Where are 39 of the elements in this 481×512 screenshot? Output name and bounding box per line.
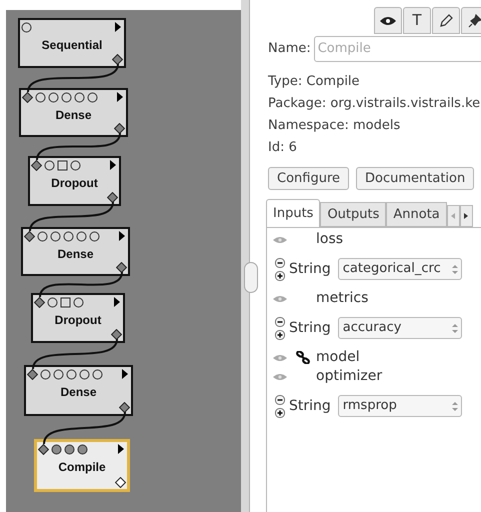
- info-text: Id: 6: [268, 139, 298, 157]
- module-label: Sequential: [40, 37, 104, 54]
- module-label: Dense: [59, 384, 98, 401]
- type-label: String: [289, 318, 331, 338]
- combo-value: accuracy: [342, 319, 402, 338]
- info-text: Namespace: models: [268, 117, 402, 135]
- combo-value: rmsprop: [342, 397, 397, 416]
- action-button[interactable]: Documentation: [356, 167, 474, 190]
- module-node[interactable]: Dense: [21, 227, 130, 276]
- module-node[interactable]: Dense: [24, 365, 133, 416]
- module-node[interactable]: Compile: [34, 439, 130, 492]
- module-node[interactable]: Dropout: [28, 156, 121, 206]
- name-field[interactable]: Compile: [314, 36, 481, 62]
- module-label: Dropout: [50, 175, 99, 192]
- value-combo-box[interactable]: rmsprop: [338, 395, 462, 417]
- module-label: Compile: [57, 459, 107, 476]
- port-name: metrics: [316, 289, 368, 308]
- tab[interactable]: Outputs: [320, 202, 386, 227]
- combo-value: categorical_crc: [342, 260, 441, 278]
- tab[interactable]: Inputs: [266, 199, 320, 227]
- info-text: Package: org.vistrails.vistrails.ke: [268, 95, 481, 113]
- module-label: Dense: [54, 107, 93, 124]
- module-node[interactable]: Sequential: [18, 18, 126, 68]
- port-name: optimizer: [316, 367, 382, 386]
- port-name: loss: [316, 230, 344, 249]
- port-name: model: [316, 348, 360, 367]
- type-label: String: [289, 260, 331, 278]
- action-button[interactable]: Configure: [268, 167, 350, 190]
- module-label: Dropout: [54, 312, 102, 329]
- type-label: String: [289, 396, 331, 416]
- info-text: Type: Compile: [268, 73, 361, 91]
- module-node[interactable]: Dense: [19, 88, 128, 137]
- value-combo-box[interactable]: categorical_crc: [338, 258, 462, 280]
- field-label: Name:: [268, 40, 311, 58]
- module-label: Dense: [56, 246, 95, 263]
- text-button[interactable]: T: [403, 7, 431, 34]
- tab[interactable]: Annota: [386, 202, 447, 227]
- value-combo-box[interactable]: accuracy: [338, 317, 462, 339]
- module-node[interactable]: Dropout: [31, 293, 125, 343]
